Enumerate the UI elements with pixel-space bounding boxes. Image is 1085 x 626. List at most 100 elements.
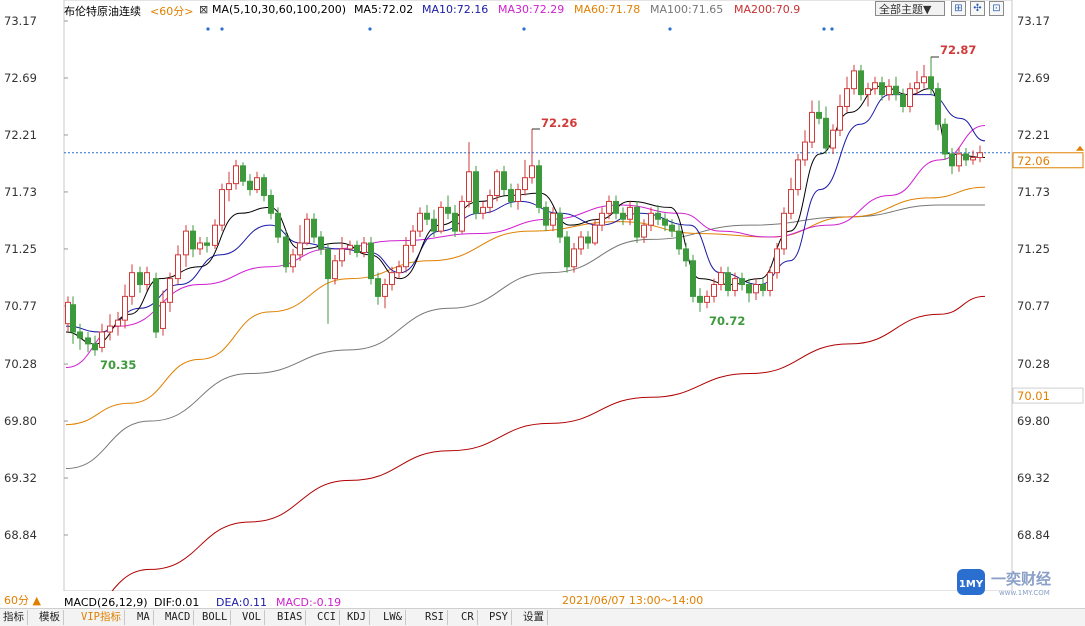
candle-body[interactable] [137, 272, 143, 286]
candle-body[interactable] [375, 278, 381, 297]
candle-body[interactable] [212, 224, 218, 246]
candle-body[interactable] [99, 331, 105, 348]
event-marker-icon[interactable] [822, 27, 826, 31]
candle-body[interactable] [851, 70, 857, 90]
candle-body[interactable] [879, 82, 885, 96]
tab-10[interactable]: LW& [380, 610, 406, 625]
event-marker-icon[interactable] [668, 27, 672, 31]
candle-body[interactable] [473, 171, 479, 214]
candle-body[interactable] [872, 82, 878, 90]
candle-body[interactable] [550, 212, 556, 226]
event-marker-icon[interactable] [368, 27, 372, 31]
candle-body[interactable] [641, 224, 647, 238]
tab-14[interactable]: 设置 [520, 610, 548, 625]
candle-body[interactable] [487, 194, 493, 208]
tab-3[interactable]: MA [134, 610, 154, 625]
candle-body[interactable] [190, 230, 196, 250]
ma-settings-icon[interactable]: ⊠ [199, 3, 208, 16]
candle-body[interactable] [809, 111, 815, 143]
candle-body[interactable] [788, 189, 794, 214]
candle-body[interactable] [963, 153, 969, 161]
candle-body[interactable] [226, 183, 232, 191]
tab-1[interactable]: 模板 [36, 610, 64, 625]
candle-body[interactable] [501, 171, 507, 191]
tab-8[interactable]: CCI [314, 610, 340, 625]
candle-body[interactable] [697, 295, 703, 303]
theme-dropdown[interactable]: 全部主题▼ [875, 1, 945, 16]
candle-body[interactable] [942, 123, 948, 155]
candle-body[interactable] [802, 141, 808, 161]
candle-body[interactable] [543, 206, 549, 226]
ma-params[interactable]: MA(5,10,30,60,100,200) [212, 3, 346, 16]
candle-body[interactable] [424, 212, 430, 220]
candle-body[interactable] [704, 295, 710, 303]
tab-13[interactable]: PSY [486, 610, 512, 625]
tab-5[interactable]: BOLL [199, 610, 232, 625]
candle-body[interactable] [683, 248, 689, 262]
candle-body[interactable] [522, 177, 528, 191]
candle-body[interactable] [977, 152, 983, 159]
candle-body[interactable] [107, 325, 113, 333]
price-chart[interactable]: 73.17 73.1772.69 72.6972.21 72.2171.73 71.73… [0, 0, 1085, 591]
candle-body[interactable] [900, 94, 906, 107]
candle-body[interactable] [746, 284, 752, 294]
candle-body[interactable] [219, 189, 225, 226]
event-marker-icon[interactable] [522, 27, 526, 31]
candle-body[interactable] [247, 180, 253, 191]
candle-body[interactable] [197, 242, 203, 250]
candle-body[interactable] [886, 85, 892, 96]
candle-body[interactable] [690, 260, 696, 297]
candle-body[interactable] [254, 177, 260, 191]
candle-body[interactable] [893, 85, 899, 96]
candle-body[interactable] [452, 212, 458, 232]
candle-body[interactable] [325, 248, 331, 280]
candle-body[interactable] [122, 295, 128, 321]
candle-body[interactable] [599, 212, 605, 226]
candle-body[interactable] [648, 212, 654, 226]
candle-body[interactable] [578, 236, 584, 250]
candle-body[interactable] [160, 301, 166, 329]
candle-body[interactable] [410, 230, 416, 246]
candle-body[interactable] [290, 254, 296, 268]
candle-body[interactable] [662, 218, 668, 226]
candle-body[interactable] [634, 206, 640, 238]
candle-body[interactable] [438, 206, 444, 232]
candle-body[interactable] [153, 278, 159, 333]
candle-body[interactable] [347, 244, 353, 250]
candle-body[interactable] [261, 177, 267, 196]
candle-body[interactable] [297, 242, 303, 256]
candle-body[interactable] [655, 212, 661, 220]
candle-body[interactable] [760, 284, 766, 291]
event-marker-icon[interactable] [206, 27, 210, 31]
candle-body[interactable] [816, 111, 822, 119]
candle-body[interactable] [233, 165, 239, 185]
candle-body[interactable] [767, 272, 773, 291]
candle-body[interactable] [77, 331, 83, 339]
candle-body[interactable] [92, 343, 98, 351]
candle-body[interactable] [85, 337, 91, 345]
candle-body[interactable] [592, 224, 598, 244]
candle-body[interactable] [332, 260, 338, 280]
candle-body[interactable] [732, 278, 738, 291]
tab-9[interactable]: KDJ [344, 610, 370, 625]
candle-body[interactable] [318, 236, 324, 250]
candle-body[interactable] [613, 200, 619, 214]
candle-body[interactable] [956, 153, 962, 167]
candle-body[interactable] [339, 248, 345, 262]
candle-body[interactable] [739, 278, 745, 286]
event-marker-icon[interactable] [830, 27, 834, 31]
candle-body[interactable] [949, 153, 955, 167]
candle-body[interactable] [725, 272, 731, 291]
candle-body[interactable] [508, 189, 514, 202]
candle-body[interactable] [283, 236, 289, 268]
candle-body[interactable] [403, 244, 409, 268]
candle-body[interactable] [466, 171, 472, 202]
tab-4[interactable]: MACD [162, 610, 195, 625]
candle-body[interactable] [431, 218, 437, 232]
candle-body[interactable] [382, 284, 388, 297]
candle-body[interactable] [585, 236, 591, 244]
candle-body[interactable] [753, 284, 759, 294]
candle-body[interactable] [445, 206, 451, 214]
candle-body[interactable] [907, 88, 913, 107]
candle-body[interactable] [921, 76, 927, 84]
